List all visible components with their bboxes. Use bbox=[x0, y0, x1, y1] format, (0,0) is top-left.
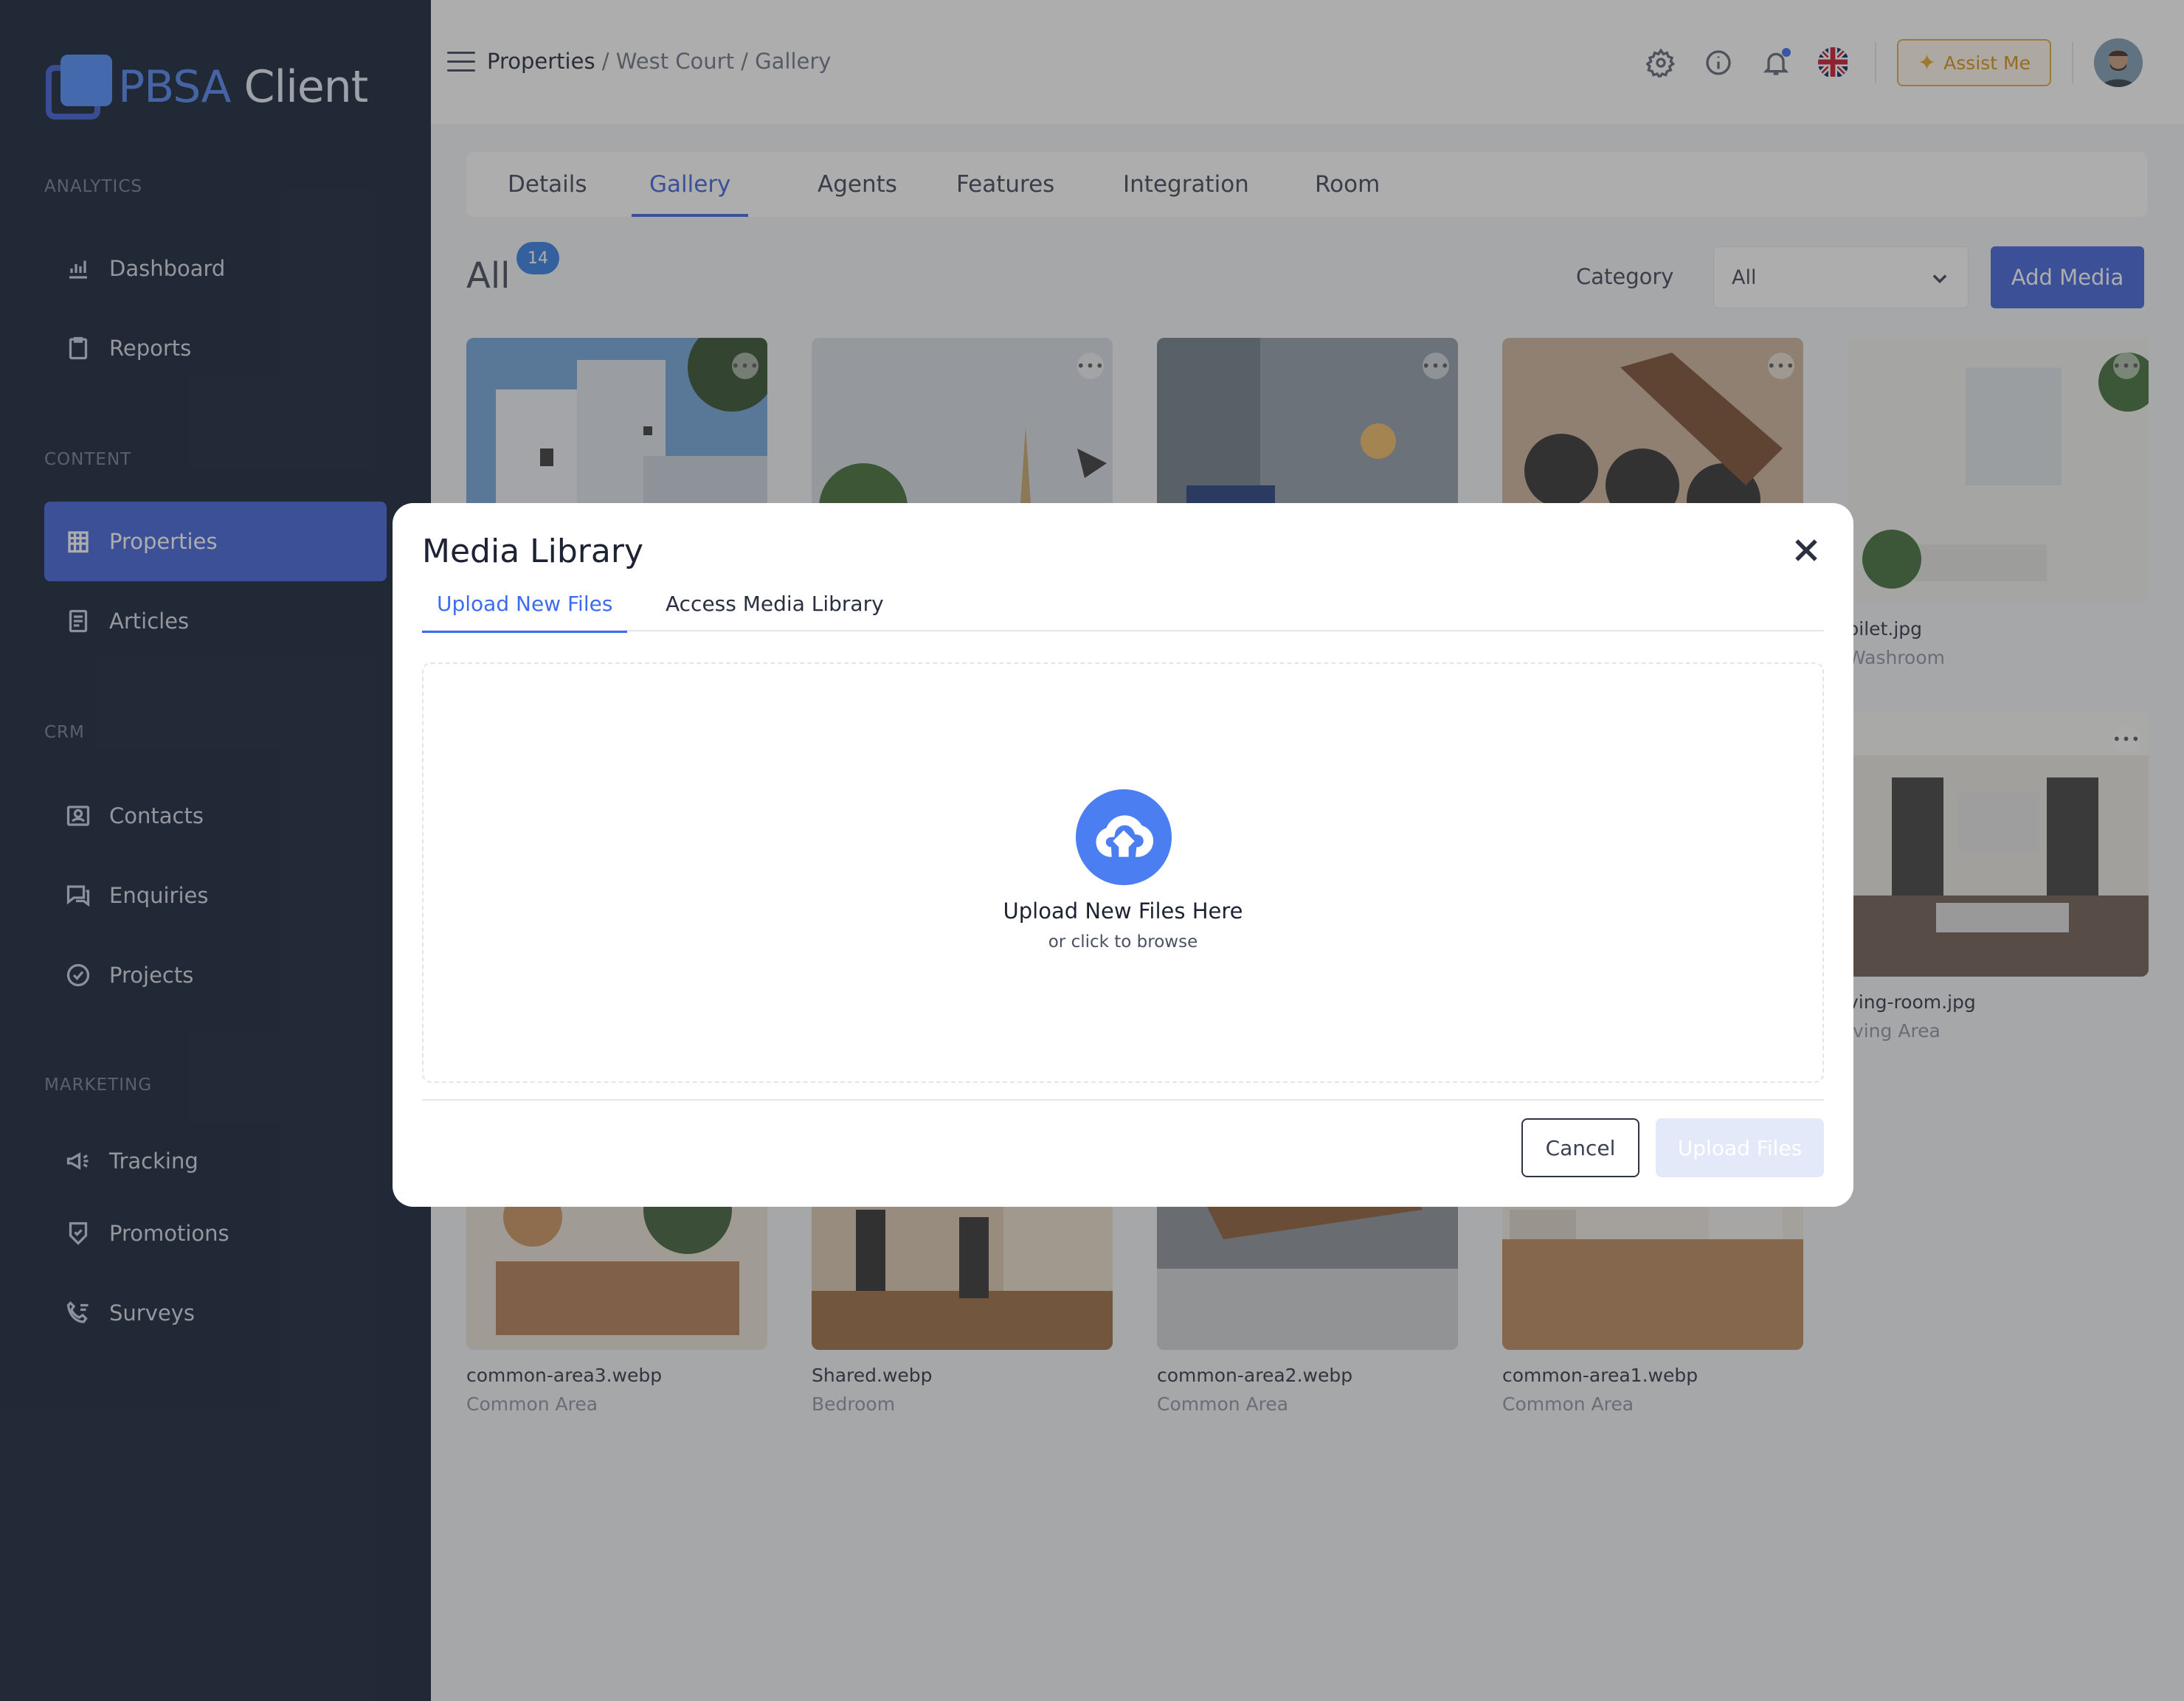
upload-files-button[interactable]: Upload Files bbox=[1656, 1118, 1824, 1177]
tab-access-media-library[interactable]: Access Media Library bbox=[666, 592, 884, 631]
cloud-upload-icon[interactable] bbox=[1076, 789, 1172, 885]
modal-title: Media Library bbox=[422, 533, 643, 570]
dropzone-subtitle: or click to browse bbox=[1048, 932, 1198, 952]
dropzone-title: Upload New Files Here bbox=[1003, 898, 1243, 924]
modal-tabs: Upload New Files Access Media Library bbox=[421, 592, 1824, 633]
close-icon[interactable] bbox=[1790, 534, 1822, 567]
upload-dropzone[interactable]: Upload New Files Here or click to browse bbox=[422, 662, 1824, 1083]
modal-divider bbox=[422, 1099, 1824, 1101]
cancel-button[interactable]: Cancel bbox=[1521, 1118, 1639, 1177]
media-library-modal: Media Library Upload New Files Access Me… bbox=[393, 503, 1853, 1207]
tab-upload-new-files[interactable]: Upload New Files bbox=[421, 592, 628, 633]
